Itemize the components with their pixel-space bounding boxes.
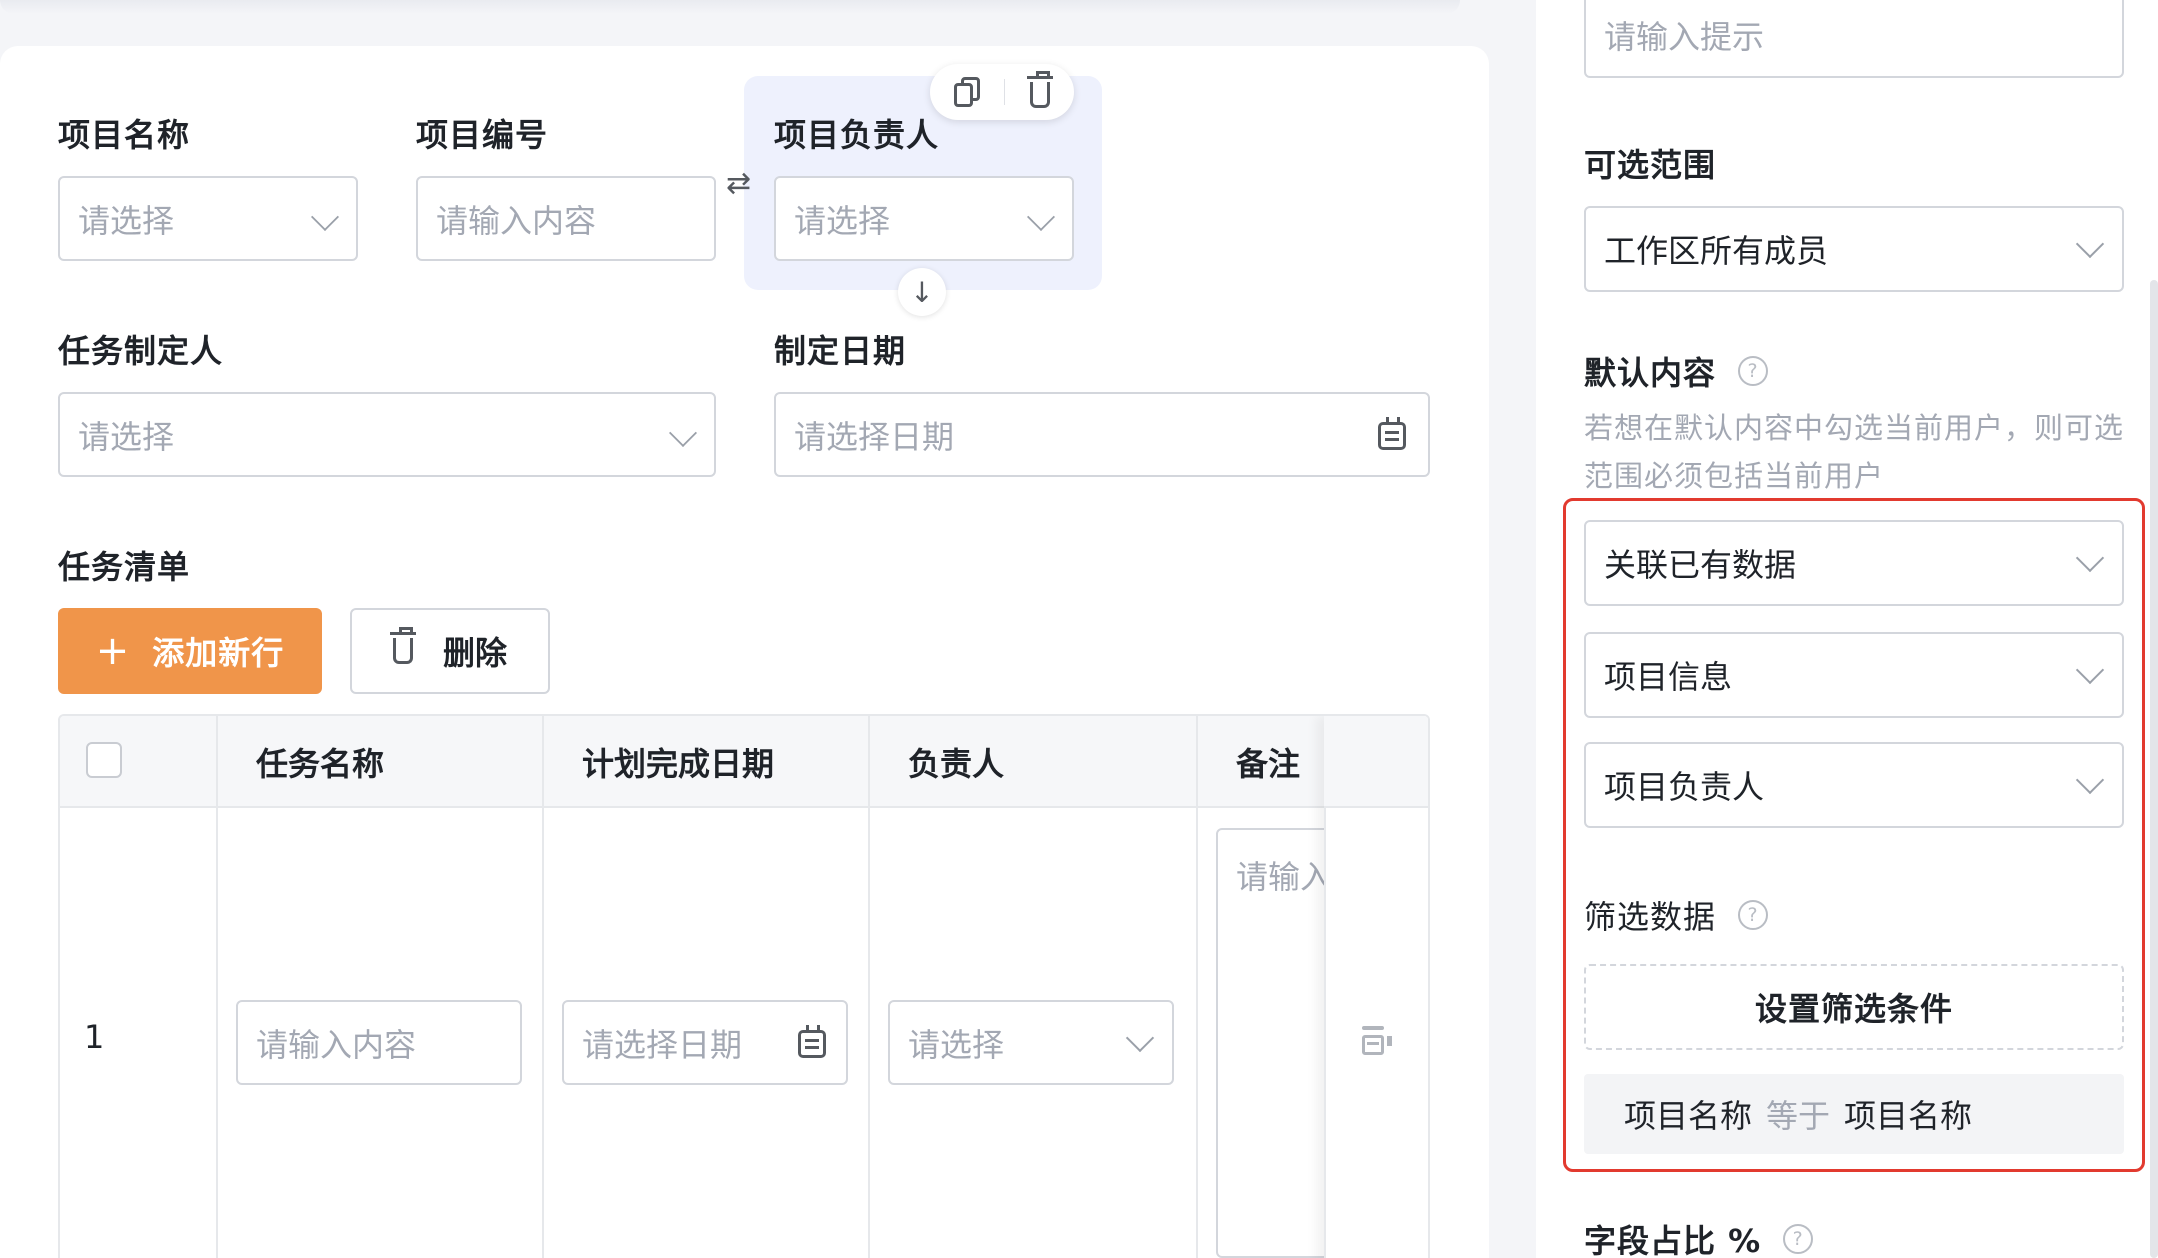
filter-condition[interactable]: 项目名称 等于 项目名称: [1584, 1074, 2124, 1154]
plan-date-picker[interactable]: 请选择日期: [562, 1000, 848, 1085]
set-filter-button[interactable]: 设置筛选条件: [1584, 964, 2124, 1050]
calendar-icon: [1378, 417, 1406, 450]
column-header-remark: 备注: [1236, 745, 1301, 783]
create-date-label: 制定日期: [774, 332, 907, 370]
row-detail-icon[interactable]: [1362, 1026, 1392, 1058]
default-mode-value: 关联已有数据: [1604, 546, 1797, 584]
column-header-plan-date: 计划完成日期: [582, 745, 775, 783]
default-mode-select[interactable]: 关联已有数据: [1584, 520, 2124, 606]
task-creator-select[interactable]: 请选择: [58, 392, 716, 477]
task-creator-label: 任务制定人: [58, 332, 224, 370]
swap-icon[interactable]: ⇄: [726, 166, 751, 201]
source-form-select[interactable]: 项目信息: [1584, 632, 2124, 718]
delete-button[interactable]: 删除: [350, 608, 550, 694]
owner-placeholder: 请选择: [908, 1025, 1005, 1064]
project-no-label: 项目编号: [416, 116, 549, 154]
remark-placeholder: 请输入: [1236, 858, 1333, 896]
add-row-button[interactable]: + 添加新行: [58, 608, 322, 694]
column-divider: [1196, 716, 1198, 1258]
plus-icon: +: [95, 628, 131, 674]
toolbar-separator: [1004, 79, 1006, 105]
chevron-down-icon: [2075, 229, 2105, 259]
actions-header: [1324, 716, 1428, 808]
hint-text-placeholder: 请输入提示: [1604, 18, 1765, 56]
create-date-placeholder: 请选择日期: [794, 417, 955, 456]
chevron-down-icon: [668, 418, 698, 448]
chevron-down-icon: [2075, 765, 2105, 795]
project-name-label: 项目名称: [58, 116, 191, 154]
panel-scrollbar[interactable]: [2150, 280, 2158, 1258]
column-divider: [216, 716, 218, 1258]
column-header-owner: 负责人: [908, 745, 1005, 783]
delete-label: 删除: [442, 634, 507, 672]
chevron-down-icon: [1026, 202, 1056, 232]
set-filter-label: 设置筛选条件: [1754, 990, 1953, 1028]
trash-icon: [389, 627, 416, 664]
column-divider: [542, 716, 544, 1258]
task-name-placeholder: 请输入内容: [256, 1025, 417, 1064]
copy-icon[interactable]: [954, 77, 981, 107]
project-owner-placeholder: 请选择: [794, 201, 891, 240]
column-divider: [868, 716, 870, 1258]
hint-text-input[interactable]: 请输入提示: [1584, 0, 2124, 78]
task-name-input[interactable]: 请输入内容: [236, 1000, 522, 1085]
chevron-down-icon: [2075, 543, 2105, 573]
filter-data-label: 筛选数据 ?: [1584, 892, 1769, 938]
chevron-down-icon: [310, 202, 340, 232]
range-label: 可选范围: [1584, 146, 1717, 184]
top-toolbar-edge: [0, 0, 1460, 14]
filter-data-text: 筛选数据: [1584, 898, 1717, 936]
width-ratio-text: 字段占比 %: [1584, 1222, 1762, 1258]
row-index: 1: [84, 1018, 105, 1056]
help-icon[interactable]: ?: [1738, 900, 1769, 930]
project-owner-select[interactable]: 请选择: [774, 176, 1074, 261]
project-name-placeholder: 请选择: [78, 201, 175, 240]
source-field-select[interactable]: 项目负责人: [1584, 742, 2124, 828]
project-no-placeholder: 请输入内容: [436, 201, 597, 240]
owner-select[interactable]: 请选择: [888, 1000, 1174, 1085]
project-no-input[interactable]: 请输入内容: [416, 176, 716, 261]
task-creator-placeholder: 请选择: [78, 417, 175, 456]
task-table: 任务名称 计划完成日期 负责人 备注 1 请输入内容 请选择日期 请选择 请输入: [58, 714, 1430, 1258]
plan-date-placeholder: 请选择日期: [582, 1025, 743, 1064]
task-list-label: 任务清单: [58, 548, 191, 586]
trash-icon[interactable]: [1026, 71, 1053, 108]
default-content-label: 默认内容 ?: [1584, 348, 1769, 394]
source-field-value: 项目负责人: [1604, 768, 1765, 806]
select-all-checkbox[interactable]: [86, 742, 122, 778]
project-owner-label: 项目负责人: [774, 116, 940, 154]
range-value: 工作区所有成员: [1604, 232, 1829, 270]
project-name-select[interactable]: 请选择: [58, 176, 358, 261]
source-form-value: 项目信息: [1604, 658, 1733, 696]
chevron-down-icon: [2075, 655, 2105, 685]
condition-value: 项目名称: [1844, 1097, 1973, 1135]
chevron-down-icon: [1125, 1023, 1155, 1053]
row-actions-column: [1324, 716, 1428, 1258]
column-header-task-name: 任务名称: [256, 745, 385, 783]
help-icon[interactable]: ?: [1783, 1224, 1814, 1254]
calendar-icon: [798, 1025, 826, 1058]
field-toolbar: [930, 64, 1074, 120]
arrow-down-icon[interactable]: ↓: [898, 268, 946, 316]
range-select[interactable]: 工作区所有成员: [1584, 206, 2124, 292]
default-content-hint: 若想在默认内容中勾选当前用户，则可选范围必须包括当前用户: [1584, 411, 2125, 493]
default-content-text: 默认内容: [1584, 354, 1717, 392]
table-header: 任务名称 计划完成日期 负责人 备注: [60, 716, 1428, 808]
condition-field: 项目名称: [1624, 1097, 1753, 1135]
add-row-label: 添加新行: [152, 634, 285, 672]
help-icon[interactable]: ?: [1738, 356, 1769, 386]
condition-operator: 等于: [1766, 1097, 1831, 1135]
create-date-picker[interactable]: 请选择日期: [774, 392, 1430, 477]
width-ratio-label: 字段占比 % ?: [1584, 1216, 1814, 1258]
